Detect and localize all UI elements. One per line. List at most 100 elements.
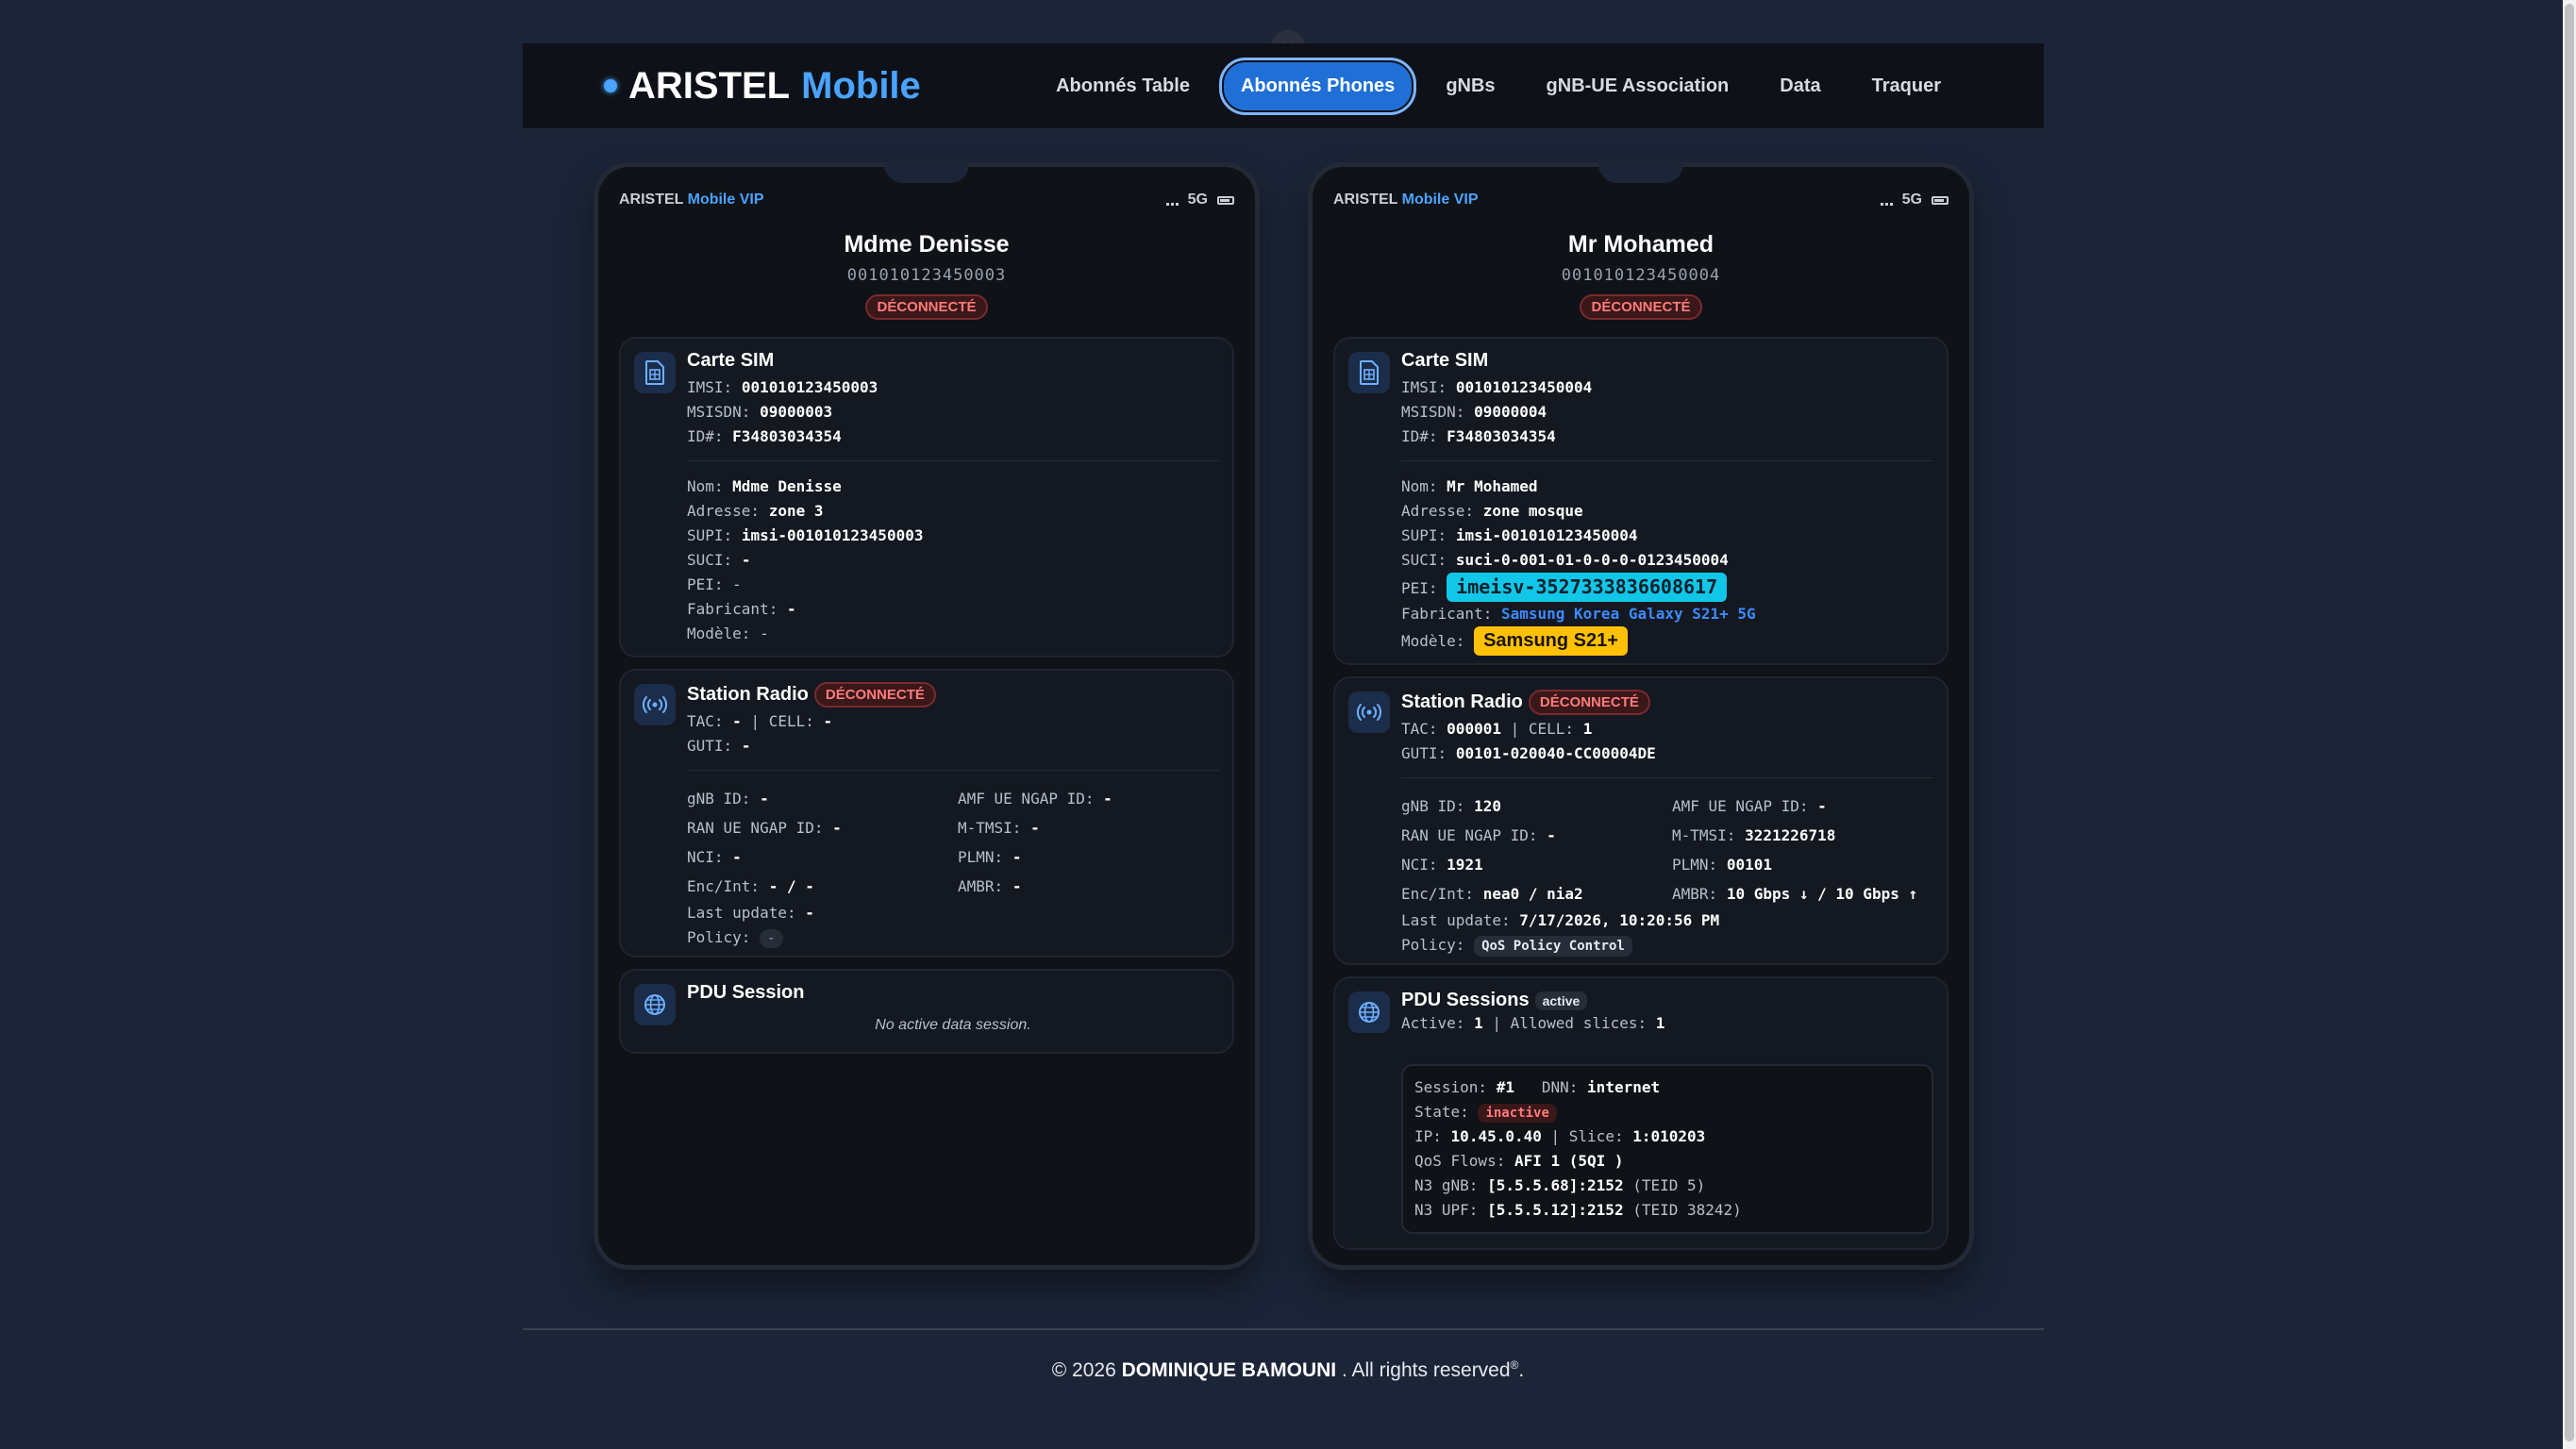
guti-value: -	[741, 737, 751, 755]
card-title: Station Radio	[687, 684, 809, 705]
policy-value: QoS Policy Control	[1474, 936, 1632, 957]
tac-value: -	[732, 712, 742, 730]
imsi-value: 001010123450003	[741, 378, 878, 396]
empty-session-note: No active data session.	[875, 1017, 1031, 1033]
footer-end: .	[1518, 1359, 1525, 1381]
active-count-label: Active:	[1401, 1014, 1465, 1032]
brand-logo[interactable]: ARISTEL Mobile	[604, 65, 921, 108]
enc-value: - / -	[768, 877, 814, 895]
qos-value: AFI 1 (5QI )	[1514, 1152, 1624, 1170]
guti-value: 00101-020040-CC00004DE	[1455, 744, 1656, 762]
network-type: 5G	[1187, 192, 1208, 208]
gnb-id-label: gNB ID:	[1401, 797, 1465, 815]
mtmsi-label: M-TMSI:	[1672, 826, 1736, 844]
footer: © 2026 DOMINIQUE BAMOUNI . All rights re…	[0, 1358, 2576, 1382]
cell-label: | CELL:	[750, 712, 814, 730]
supi-label: SUPI:	[687, 526, 733, 544]
mtmsi-value: -	[1030, 819, 1040, 837]
supi-value: imsi-001010123450003	[741, 526, 924, 544]
scrollbar-thumb[interactable]	[2565, 4, 2574, 1441]
id-value: F34803034354	[1447, 427, 1556, 445]
battery-icon	[1932, 195, 1949, 205]
ran-value: -	[832, 819, 842, 837]
state-label: State:	[1414, 1103, 1469, 1121]
card-title: Carte SIM	[1401, 350, 1489, 371]
subscriber-header: Mr Mohamed 001010123450004 DÉCONNECTÉ	[1313, 231, 1969, 320]
radio-status-badge: DÉCONNECTÉ	[1528, 690, 1650, 715]
plmn-label: PLMN:	[1672, 856, 1718, 874]
phone-notch	[884, 162, 969, 183]
top-navbar: ARISTEL Mobile Abonnés Table Abonnés Pho…	[523, 43, 2044, 128]
qos-label: QoS Flows:	[1414, 1152, 1506, 1170]
guti-label: GUTI:	[687, 737, 733, 755]
id-label: ID#:	[687, 427, 724, 445]
session-label: Session:	[1414, 1078, 1488, 1096]
divider	[687, 770, 1219, 771]
amf-value: -	[1817, 797, 1827, 815]
imsi-label: IMSI:	[1401, 378, 1447, 396]
nav-link-traquer[interactable]: Traquer	[1850, 58, 1963, 115]
pei-value: imeisv-3527333836608617	[1447, 573, 1728, 602]
phone-notch	[1598, 162, 1683, 183]
n3-upf-label: N3 UPF:	[1414, 1201, 1479, 1219]
phone-card-denisse: ARISTEL Mobile VIP 5G Mdme Denisse 00101…	[594, 162, 1260, 1270]
radio-antenna-icon	[1348, 691, 1390, 733]
ambr-label: AMBR:	[1672, 885, 1718, 903]
ambr-value: -	[1012, 877, 1022, 895]
phone-card-mohamed: ARISTEL Mobile VIP 5G Mr Mohamed 0010101…	[1308, 162, 1974, 1270]
enc-value: nea0 / nia2	[1482, 885, 1583, 903]
n3-upf-teid: (TEID 38242)	[1632, 1201, 1742, 1219]
nav-link-gnbs[interactable]: gNBs	[1424, 58, 1516, 115]
active-badge: active	[1534, 991, 1588, 1010]
battery-icon	[1217, 195, 1234, 205]
modele-value: -	[760, 625, 769, 642]
nom-value: Mr Mohamed	[1447, 477, 1538, 495]
sim-card-panel: Carte SIM IMSI: 001010123450003 MSISDN: …	[619, 337, 1234, 658]
suci-label: SUCI:	[687, 551, 733, 569]
subscriber-number: 001010123450004	[1561, 266, 1721, 285]
card-title: Carte SIM	[687, 350, 775, 371]
imsi-label: IMSI:	[687, 378, 733, 396]
gnb-id-value: 120	[1474, 797, 1501, 815]
nom-label: Nom:	[687, 477, 724, 495]
pei-label: PEI:	[687, 575, 724, 593]
fabricant-label: Fabricant:	[1401, 605, 1493, 623]
subscriber-number: 001010123450003	[846, 266, 1007, 285]
n3-gnb-label: N3 gNB:	[1414, 1176, 1479, 1194]
sim-card-icon	[1348, 352, 1390, 393]
nav-link-data[interactable]: Data	[1758, 58, 1842, 115]
divider	[687, 460, 1219, 461]
msisdn-label: MSISDN:	[687, 403, 751, 421]
nci-label: NCI:	[687, 848, 724, 866]
nav-link-abonnes-phones[interactable]: Abonnés Phones	[1218, 57, 1417, 115]
nav-link-gnb-ue-association[interactable]: gNB-UE Association	[1525, 58, 1751, 115]
ran-label: RAN UE NGAP ID:	[1401, 826, 1538, 844]
fabricant-label: Fabricant:	[687, 600, 778, 618]
modele-label: Modèle:	[687, 625, 751, 642]
fabricant-value: Samsung Korea Galaxy S21+ 5G	[1500, 605, 1756, 623]
amf-label: AMF UE NGAP ID:	[958, 790, 1095, 808]
last-update-label: Last update:	[687, 904, 796, 922]
slice-label: | Slice:	[1550, 1127, 1624, 1145]
page-scrollbar[interactable]	[2563, 0, 2576, 1449]
nom-value: Mdme Denisse	[732, 477, 842, 495]
modele-value: Samsung S21+	[1474, 626, 1628, 656]
nav-link-abonnes-table[interactable]: Abonnés Table	[1034, 58, 1212, 115]
divider	[1401, 777, 1933, 778]
nav-links: Abonnés Table Abonnés Phones gNBs gNB-UE…	[1034, 57, 1963, 115]
subscriber-name: Mdme Denisse	[844, 231, 1010, 258]
imsi-value: 001010123450004	[1455, 378, 1593, 396]
n3-gnb-value: [5.5.5.68]:2152	[1487, 1176, 1624, 1194]
adresse-label: Adresse:	[687, 502, 761, 520]
slice-value: 1:010203	[1632, 1127, 1706, 1145]
adresse-label: Adresse:	[1401, 502, 1475, 520]
phone-status-bar: ARISTEL Mobile VIP 5G	[619, 192, 1234, 208]
dnn-label: DNN:	[1541, 1078, 1579, 1096]
msisdn-value: 09000003	[760, 403, 833, 421]
plmn-value: -	[1012, 848, 1022, 866]
enc-label: Enc/Int:	[687, 877, 761, 895]
ambr-value: 10 Gbps ↓ / 10 Gbps ↑	[1726, 885, 1918, 903]
footer-copyright: © 2026	[1051, 1359, 1116, 1381]
radio-antenna-icon	[634, 684, 676, 725]
amf-value: -	[1103, 790, 1112, 808]
